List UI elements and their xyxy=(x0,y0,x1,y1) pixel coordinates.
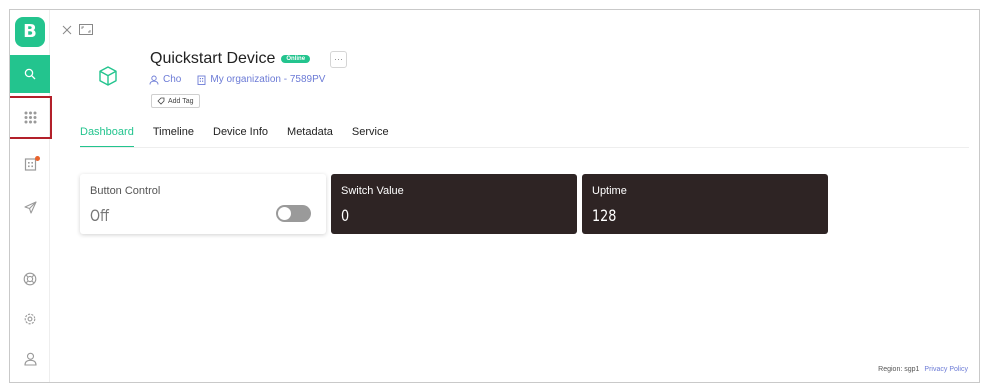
tag-icon xyxy=(157,97,165,105)
uptime-widget: Uptime 128 xyxy=(582,174,828,234)
status-badge: Online xyxy=(281,55,311,63)
device-meta: Cho My organization - 7589PV xyxy=(149,74,325,85)
device-owner-link[interactable]: Cho xyxy=(163,74,181,85)
switch-value-widget: Switch Value 0 xyxy=(331,174,577,234)
footer: Region: sgp1 Privacy Policy xyxy=(878,366,968,373)
app-window: B Quickstart Device Online ··· Cho My or… xyxy=(9,9,980,383)
sidebar-item-send[interactable] xyxy=(10,188,50,226)
tab-service[interactable]: Service xyxy=(352,126,389,148)
organization-icon xyxy=(197,75,206,85)
widget-value: Off xyxy=(90,206,109,225)
device-header: Quickstart Device Online ··· xyxy=(150,50,348,68)
region-label: Region: sgp1 xyxy=(878,366,920,373)
sidebar-item-search[interactable] xyxy=(10,55,50,93)
grid-icon xyxy=(24,111,36,123)
tab-divider xyxy=(80,147,969,148)
toggle-knob xyxy=(278,207,291,220)
widget-value: 0 xyxy=(341,206,350,225)
device-tabs: Dashboard Timeline Device Info Metadata … xyxy=(80,126,389,148)
add-tag-button[interactable]: Add Tag xyxy=(151,94,200,108)
add-tag-label: Add Tag xyxy=(168,97,194,105)
sidebar-item-profile[interactable] xyxy=(10,340,50,378)
widget-label: Uptime xyxy=(592,185,627,197)
widget-label: Switch Value xyxy=(341,185,404,197)
device-organization-link[interactable]: My organization - 7589PV xyxy=(210,74,325,85)
notification-dot xyxy=(35,156,40,161)
settings-icon xyxy=(24,313,36,325)
sidebar-item-help[interactable] xyxy=(10,260,50,298)
sidebar: B xyxy=(10,10,52,382)
sidebar-item-devices[interactable] xyxy=(10,98,50,136)
tab-device-info[interactable]: Device Info xyxy=(213,126,268,148)
window-controls xyxy=(62,24,93,35)
widget-value: 128 xyxy=(592,206,617,225)
device-name: Quickstart Device xyxy=(150,50,276,67)
send-icon xyxy=(23,200,37,214)
tab-dashboard[interactable]: Dashboard xyxy=(80,126,134,148)
tab-metadata[interactable]: Metadata xyxy=(287,126,333,148)
search-icon xyxy=(24,68,36,80)
cube-icon xyxy=(99,66,117,86)
blynk-logo[interactable]: B xyxy=(15,17,45,47)
sidebar-item-settings[interactable] xyxy=(10,300,50,338)
widget-label: Button Control xyxy=(90,185,161,197)
tab-timeline[interactable]: Timeline xyxy=(153,126,194,148)
switch-toggle[interactable] xyxy=(276,205,311,222)
more-options-button[interactable]: ··· xyxy=(330,50,348,68)
button-control-widget: Button Control Off xyxy=(80,174,326,234)
expand-icon[interactable] xyxy=(79,24,93,35)
sidebar-item-organization[interactable] xyxy=(10,145,50,183)
user-icon xyxy=(23,352,37,366)
close-icon[interactable] xyxy=(62,25,72,35)
help-icon xyxy=(23,272,37,286)
user-icon xyxy=(149,75,159,85)
privacy-policy-link[interactable]: Privacy Policy xyxy=(924,366,968,373)
